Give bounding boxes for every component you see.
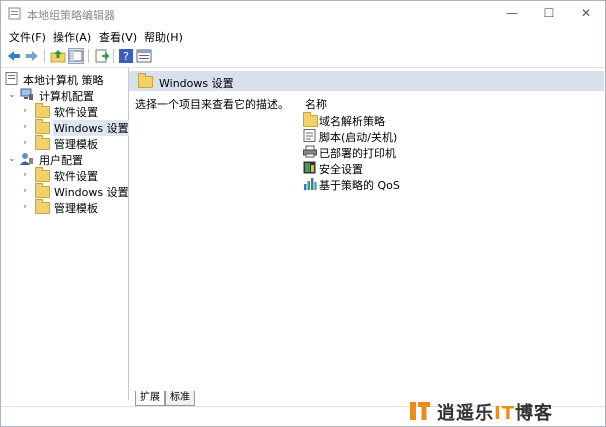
show-hide-tree-icon[interactable] bbox=[68, 48, 84, 64]
list-item-label: 基于策略的 QoS bbox=[319, 179, 400, 192]
printer-icon bbox=[303, 145, 317, 158]
computer-config-icon bbox=[20, 88, 33, 100]
tree-item-label: 管理模板 bbox=[54, 202, 98, 215]
folder-icon bbox=[35, 199, 50, 214]
watermark-logo-icon bbox=[410, 402, 430, 420]
tree-user-windows-settings[interactable]: › Windows 设置 bbox=[23, 183, 129, 199]
policy-document-icon bbox=[5, 72, 18, 85]
svg-text:?: ? bbox=[123, 50, 129, 63]
script-icon bbox=[303, 129, 316, 142]
pane-header: Windows 设置 bbox=[129, 71, 604, 91]
folder-icon bbox=[35, 135, 50, 150]
tree-item-label: 软件设置 bbox=[54, 170, 98, 183]
up-folder-icon[interactable] bbox=[50, 48, 66, 64]
details-pane: Windows 设置 选择一个项目来查看它的描述。 名称 域名解析策略 脚本(启… bbox=[129, 68, 604, 390]
menu-bar: 文件(F) 操作(A) 查看(V) 帮助(H) bbox=[1, 27, 605, 45]
properties-icon[interactable] bbox=[136, 48, 152, 64]
tab-standard[interactable]: 标准 bbox=[165, 391, 195, 406]
chevron-right-icon[interactable]: › bbox=[23, 200, 33, 214]
menu-view[interactable]: 查看(V) bbox=[99, 29, 137, 45]
chevron-down-icon[interactable]: ⌄ bbox=[8, 152, 18, 166]
watermark-prefix: 逍遥乐 bbox=[437, 403, 494, 424]
list-item-label: 域名解析策略 bbox=[319, 115, 385, 128]
tree-computer-config[interactable]: ⌄ 计算机配置 bbox=[8, 87, 127, 103]
menu-action[interactable]: 操作(A) bbox=[53, 29, 91, 45]
title-bar[interactable]: 本地组策略编辑器 — ☐ ✕ bbox=[1, 1, 605, 27]
watermark-it: IT bbox=[494, 403, 515, 424]
forward-icon[interactable] bbox=[24, 48, 40, 64]
tree-item-label: Windows 设置 bbox=[53, 120, 132, 136]
toolbar-separator bbox=[88, 49, 89, 63]
tree-root-label: 本地计算机 策略 bbox=[23, 74, 104, 87]
folder-icon bbox=[35, 103, 50, 118]
list-item-label: 脚本(启动/关机) bbox=[319, 131, 398, 144]
user-config-icon bbox=[20, 153, 33, 165]
export-list-icon[interactable] bbox=[94, 48, 110, 64]
policy-editor-app-icon bbox=[8, 7, 21, 20]
main-window: 本地组策略编辑器 — ☐ ✕ 文件(F) 操作(A) 查看(V) 帮助(H) ?… bbox=[0, 0, 606, 427]
folder-icon bbox=[35, 183, 50, 198]
toolbar-separator bbox=[113, 49, 114, 63]
pane-title: Windows 设置 bbox=[159, 77, 234, 90]
tree-user-config[interactable]: ⌄ 用户配置 bbox=[8, 151, 127, 167]
toolbar: ? bbox=[1, 45, 605, 68]
tree-computer-software-settings[interactable]: › 软件设置 bbox=[23, 103, 127, 119]
help-icon[interactable]: ? bbox=[118, 48, 134, 64]
tree-item-label: Windows 设置 bbox=[54, 186, 129, 199]
chevron-right-icon[interactable]: › bbox=[23, 168, 33, 182]
menu-help[interactable]: 帮助(H) bbox=[144, 29, 183, 45]
tree-pane: 本地计算机 策略 ⌄ 计算机配置 › 软件设置 › Windows 设置 › 管… bbox=[1, 68, 132, 400]
close-button[interactable]: ✕ bbox=[563, 1, 605, 27]
tree-item-label: 软件设置 bbox=[54, 106, 98, 119]
folder-icon bbox=[303, 112, 318, 127]
tab-extended[interactable]: 扩展 bbox=[135, 391, 165, 406]
tree-item-label: 管理模板 bbox=[54, 138, 98, 151]
watermark-suffix: 博客 bbox=[514, 403, 553, 424]
chevron-right-icon[interactable]: › bbox=[23, 136, 33, 150]
security-icon bbox=[303, 161, 316, 174]
folder-icon bbox=[35, 119, 50, 134]
folder-icon bbox=[35, 167, 50, 182]
folder-icon bbox=[138, 73, 153, 88]
chevron-right-icon[interactable]: › bbox=[23, 104, 33, 118]
description-text: 选择一个项目来查看它的描述。 bbox=[135, 98, 289, 111]
tree-user-software-settings[interactable]: › 软件设置 bbox=[23, 167, 127, 183]
menu-file[interactable]: 文件(F) bbox=[9, 29, 46, 45]
chevron-down-icon[interactable]: ⌄ bbox=[8, 88, 18, 102]
list-item-label: 安全设置 bbox=[319, 163, 363, 176]
qos-chart-icon bbox=[304, 178, 317, 190]
toolbar-separator bbox=[44, 49, 45, 63]
column-header-name[interactable]: 名称 bbox=[305, 96, 327, 112]
tree-user-admin-templates[interactable]: › 管理模板 bbox=[23, 199, 127, 215]
window-title: 本地组策略编辑器 bbox=[27, 9, 115, 22]
chevron-right-icon[interactable]: › bbox=[23, 184, 33, 198]
back-icon[interactable] bbox=[6, 48, 22, 64]
tree-computer-admin-templates[interactable]: › 管理模板 bbox=[23, 135, 127, 151]
watermark-text: 逍遥乐IT博客 bbox=[437, 399, 553, 425]
chevron-right-icon[interactable]: › bbox=[23, 120, 33, 134]
tree-computer-windows-settings[interactable]: › Windows 设置 bbox=[23, 119, 132, 136]
tree-root[interactable]: 本地计算机 策略 bbox=[5, 71, 127, 87]
tree-computer-config-label: 计算机配置 bbox=[39, 90, 94, 103]
list-item-label: 已部署的打印机 bbox=[319, 147, 396, 160]
tree-user-config-label: 用户配置 bbox=[39, 154, 83, 167]
